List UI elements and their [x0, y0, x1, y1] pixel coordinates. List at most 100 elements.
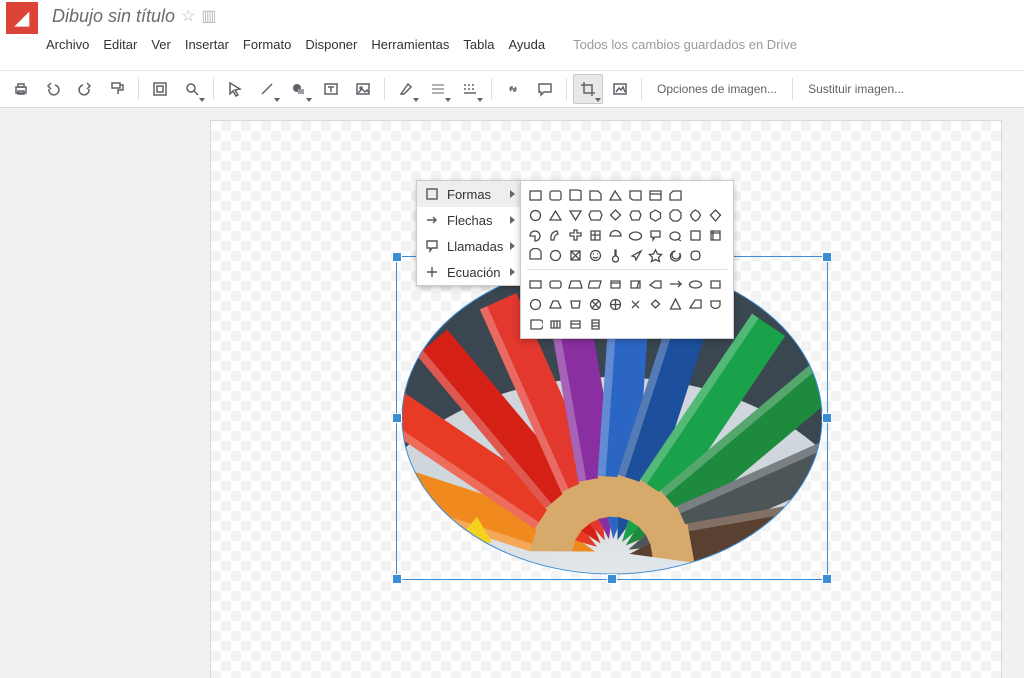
crop-button[interactable] [573, 74, 603, 104]
shape-option[interactable] [527, 207, 543, 223]
undo-button[interactable] [38, 74, 68, 104]
folder-icon[interactable]: ▥ [201, 6, 216, 26]
shape-option[interactable] [687, 296, 703, 312]
line-tool[interactable] [252, 74, 282, 104]
shape-option[interactable] [667, 247, 683, 263]
shape-option[interactable] [527, 247, 543, 263]
shape-option[interactable] [667, 296, 683, 312]
shape-option[interactable] [587, 247, 603, 263]
replace-image-button[interactable]: Sustituir imagen... [799, 75, 913, 103]
resize-handle[interactable] [607, 574, 617, 584]
shape-option[interactable] [687, 276, 703, 292]
menu-insertar[interactable]: Insertar [185, 37, 229, 52]
resize-handle[interactable] [392, 413, 402, 423]
shape-option[interactable] [687, 247, 703, 263]
shape-option[interactable] [647, 296, 663, 312]
shape-option[interactable] [647, 247, 663, 263]
shape-option[interactable] [547, 227, 563, 243]
shape-option[interactable] [667, 227, 683, 243]
shape-option[interactable] [667, 187, 683, 203]
border-weight-button[interactable] [423, 74, 453, 104]
shape-option[interactable] [547, 247, 563, 263]
shape-option[interactable] [567, 227, 583, 243]
submenu-flechas[interactable]: Flechas [417, 207, 521, 233]
menu-ayuda[interactable]: Ayuda [508, 37, 545, 52]
menu-archivo[interactable]: Archivo [46, 37, 89, 52]
shape-option[interactable] [547, 187, 563, 203]
resize-handle[interactable] [822, 252, 832, 262]
menu-herramientas[interactable]: Herramientas [371, 37, 449, 52]
shape-option[interactable] [587, 316, 603, 332]
comment-button[interactable] [530, 74, 560, 104]
shape-option[interactable] [547, 276, 563, 292]
shape-option[interactable] [687, 227, 703, 243]
link-button[interactable] [498, 74, 528, 104]
shape-option[interactable] [527, 276, 543, 292]
shape-option[interactable] [527, 296, 543, 312]
shape-option[interactable] [647, 187, 663, 203]
paint-format-button[interactable] [102, 74, 132, 104]
shape-option[interactable] [627, 247, 643, 263]
shape-option[interactable] [627, 207, 643, 223]
fit-button[interactable] [145, 74, 175, 104]
shape-option[interactable] [627, 276, 643, 292]
border-color-button[interactable] [391, 74, 421, 104]
submenu-llamadas[interactable]: Llamadas [417, 233, 521, 259]
shape-option[interactable] [707, 296, 723, 312]
shape-option[interactable] [687, 207, 703, 223]
shape-option[interactable] [627, 227, 643, 243]
print-button[interactable] [6, 74, 36, 104]
shape-option[interactable] [567, 187, 583, 203]
shape-option[interactable] [667, 207, 683, 223]
mask-button[interactable] [605, 74, 635, 104]
shape-option[interactable] [607, 187, 623, 203]
star-icon[interactable]: ☆ [181, 6, 195, 26]
shape-option[interactable] [527, 187, 543, 203]
shape-option[interactable] [647, 276, 663, 292]
submenu-formas[interactable]: Formas [417, 181, 521, 207]
shape-option[interactable] [667, 276, 683, 292]
menu-ver[interactable]: Ver [151, 37, 171, 52]
resize-handle[interactable] [392, 574, 402, 584]
image-tool[interactable] [348, 74, 378, 104]
resize-handle[interactable] [822, 413, 832, 423]
shape-option[interactable] [547, 296, 563, 312]
border-dash-button[interactable] [455, 74, 485, 104]
shape-option[interactable] [707, 207, 723, 223]
submenu-ecuacion[interactable]: Ecuación [417, 259, 521, 285]
shape-option[interactable] [607, 296, 623, 312]
shape-option[interactable] [567, 207, 583, 223]
textbox-tool[interactable] [316, 74, 346, 104]
shape-option[interactable] [587, 296, 603, 312]
select-tool[interactable] [220, 74, 250, 104]
shape-option[interactable] [707, 227, 723, 243]
shape-option[interactable] [647, 207, 663, 223]
shape-option[interactable] [607, 207, 623, 223]
menu-formato[interactable]: Formato [243, 37, 291, 52]
shape-option[interactable] [607, 227, 623, 243]
image-options-button[interactable]: Opciones de imagen... [648, 75, 786, 103]
shape-option[interactable] [567, 296, 583, 312]
zoom-button[interactable] [177, 74, 207, 104]
shape-option[interactable] [547, 316, 563, 332]
menu-disponer[interactable]: Disponer [305, 37, 357, 52]
shape-option[interactable] [627, 187, 643, 203]
menu-tabla[interactable]: Tabla [463, 37, 494, 52]
resize-handle[interactable] [822, 574, 832, 584]
shape-option[interactable] [527, 227, 543, 243]
shape-option[interactable] [527, 316, 543, 332]
shape-option[interactable] [567, 316, 583, 332]
shape-option[interactable] [587, 276, 603, 292]
shape-option[interactable] [567, 276, 583, 292]
shape-option[interactable] [547, 207, 563, 223]
shape-option[interactable] [627, 296, 643, 312]
shape-tool[interactable] [284, 74, 314, 104]
shape-option[interactable] [707, 276, 723, 292]
shape-option[interactable] [607, 247, 623, 263]
redo-button[interactable] [70, 74, 100, 104]
document-title[interactable]: Dibujo sin título [52, 6, 175, 27]
shape-option[interactable] [567, 247, 583, 263]
menu-editar[interactable]: Editar [103, 37, 137, 52]
resize-handle[interactable] [392, 252, 402, 262]
shape-option[interactable] [607, 276, 623, 292]
